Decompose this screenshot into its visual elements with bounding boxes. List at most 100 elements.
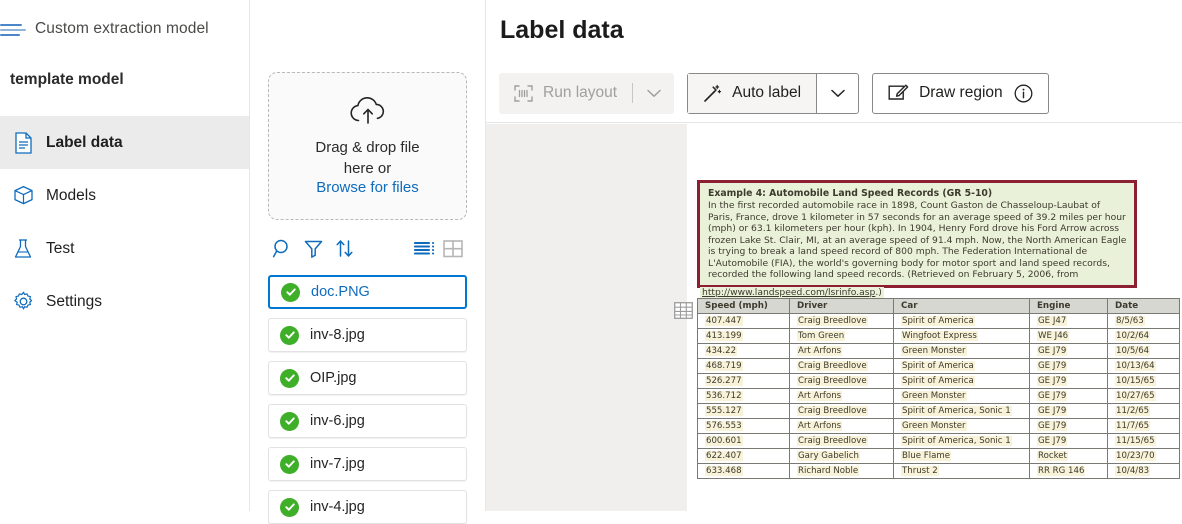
cell: RR RG 146 (1037, 466, 1086, 476)
cell: 600.601 (705, 436, 743, 446)
dropzone-line1: Drag & drop file (315, 139, 420, 156)
file-list-item[interactable]: inv-4.jpg (268, 490, 467, 524)
file-name: inv-8.jpg (310, 327, 365, 343)
dropzone-line2: here or (343, 160, 392, 177)
filter-icon[interactable] (301, 236, 326, 261)
document-page[interactable]: Example 4: Automobile Land Speed Records… (674, 124, 1182, 511)
land-speed-table-region[interactable]: Speed (mph) Driver Car Engine Date 407.4… (674, 298, 1180, 479)
cell: 576.553 (705, 421, 743, 431)
file-list-item[interactable]: inv-6.jpg (268, 404, 467, 438)
cell: Green Monster (901, 346, 967, 356)
cell: GE J47 (1037, 316, 1068, 326)
table-row: 633.468 Richard Noble Thrust 2 RR RG 146 10/… (697, 463, 1180, 479)
cell: Green Monster (901, 391, 967, 401)
table-row: 526.277 Craig Breedlove Spirit of America G… (697, 373, 1180, 389)
status-complete-icon (281, 282, 300, 302)
cell: 11/7/65 (1115, 421, 1151, 431)
cell: GE J79 (1037, 436, 1068, 446)
file-list-item[interactable]: OIP.jpg (268, 361, 467, 395)
draw-region-button[interactable]: Draw region (872, 72, 1049, 114)
sort-icon[interactable] (332, 236, 357, 261)
cell: Gary Gabelich (797, 451, 860, 461)
app-root: Custom extraction model template model L… (0, 0, 1182, 524)
cell: 555.127 (705, 406, 743, 416)
cell: 536.712 (705, 391, 743, 401)
sidebar-item-settings[interactable]: Settings (0, 275, 249, 328)
cell: 526.277 (705, 376, 743, 386)
document-canvas[interactable]: Example 4: Automobile Land Speed Records… (486, 124, 1182, 511)
file-panel: Drag & drop file here or Browse for file… (250, 0, 486, 524)
table-row: 622.407 Gary Gabelich Blue Flame Rocket 10/2… (697, 448, 1180, 464)
sidebar-item-models[interactable]: Models (0, 169, 249, 222)
cell: Craig Breedlove (797, 316, 868, 326)
table-row: 576.553 Art Arfons Green Monster GE J79 11/7… (697, 418, 1180, 434)
document-icon (10, 130, 36, 156)
grid-view-icon[interactable] (440, 236, 465, 261)
chevron-down-icon[interactable] (816, 73, 858, 113)
cell: GE J79 (1037, 421, 1068, 431)
cell: 434.22 (705, 346, 738, 356)
cell: 10/23/70 (1115, 451, 1156, 461)
paragraph-tail: .) (875, 286, 882, 298)
search-icon[interactable] (270, 236, 295, 261)
table-body: 407.447 Craig Breedlove Spirit of America G… (697, 313, 1180, 479)
sidebar-item-label-data[interactable]: Label data (0, 116, 249, 169)
table-grid-icon[interactable] (674, 302, 693, 319)
file-name: inv-6.jpg (310, 413, 365, 429)
file-dropzone[interactable]: Drag & drop file here or Browse for file… (268, 72, 467, 220)
info-icon[interactable] (1014, 84, 1033, 103)
cell: Craig Breedlove (797, 361, 868, 371)
cell: 10/5/64 (1115, 346, 1151, 356)
chevron-down-icon[interactable] (633, 73, 674, 114)
labeled-paragraph-region[interactable]: Example 4: Automobile Land Speed Records… (697, 180, 1137, 298)
column-header: Speed (mph) (697, 298, 790, 314)
run-layout-button[interactable]: Run layout (499, 72, 675, 114)
auto-label-button[interactable]: Auto label (687, 72, 860, 114)
cell: Craig Breedlove (797, 406, 868, 416)
file-list-item[interactable]: doc.PNG (268, 275, 467, 309)
cell: 407.447 (705, 316, 743, 326)
cell: GE J79 (1037, 361, 1068, 371)
scan-layout-icon (514, 84, 533, 102)
status-complete-icon (280, 368, 299, 388)
sidebar-item-test[interactable]: Test (0, 222, 249, 275)
cell: 10/4/83 (1115, 466, 1151, 476)
column-header: Date (1107, 298, 1180, 314)
gear-icon (10, 289, 36, 315)
sidebar-item-label: Test (46, 239, 75, 257)
cell: Blue Flame (901, 451, 952, 461)
browse-for-files-link[interactable]: Browse for files (316, 179, 419, 196)
file-name: inv-7.jpg (310, 456, 365, 472)
sidebar-nav: Label data Models Test Settings (0, 116, 249, 328)
status-complete-icon (280, 411, 299, 431)
paragraph-body: In the first recorded automobile race in… (708, 200, 1127, 281)
draw-region-label: Draw region (919, 84, 1003, 101)
file-toolbar (268, 228, 467, 268)
column-header: Car (893, 298, 1030, 314)
draw-region-icon (888, 84, 909, 103)
cell: 10/2/64 (1115, 331, 1151, 341)
brand-label: Custom extraction model (35, 20, 209, 37)
file-name: inv-4.jpg (310, 499, 365, 515)
file-list-item[interactable]: inv-8.jpg (268, 318, 467, 352)
cell: Craig Breedlove (797, 436, 868, 446)
label-toolbar: Run layout Auto label Draw region (486, 64, 1182, 123)
cell: 622.407 (705, 451, 743, 461)
cell: 10/27/65 (1115, 391, 1156, 401)
cell: Craig Breedlove (797, 376, 868, 386)
sidebar-brand: Custom extraction model (0, 0, 249, 58)
cell: Richard Noble (797, 466, 860, 476)
file-list-item[interactable]: inv-7.jpg (268, 447, 467, 481)
model-name: template model (10, 71, 124, 88)
table-row: 407.447 Craig Breedlove Spirit of America G… (697, 313, 1180, 329)
cell: GE J79 (1037, 391, 1068, 401)
hamburger-menu-icon[interactable] (0, 21, 26, 37)
table-row: 555.127 Craig Breedlove Spirit of America,… (697, 403, 1180, 419)
list-view-icon[interactable] (413, 236, 438, 261)
cell: GE J79 (1037, 406, 1068, 416)
land-speed-table: Speed (mph) Driver Car Engine Date 407.4… (697, 298, 1180, 479)
flask-icon (10, 236, 36, 262)
table-row: 434.22 Art Arfons Green Monster GE J79 10/5/… (697, 343, 1180, 359)
box-icon (10, 183, 36, 209)
auto-label-label: Auto label (732, 84, 802, 101)
